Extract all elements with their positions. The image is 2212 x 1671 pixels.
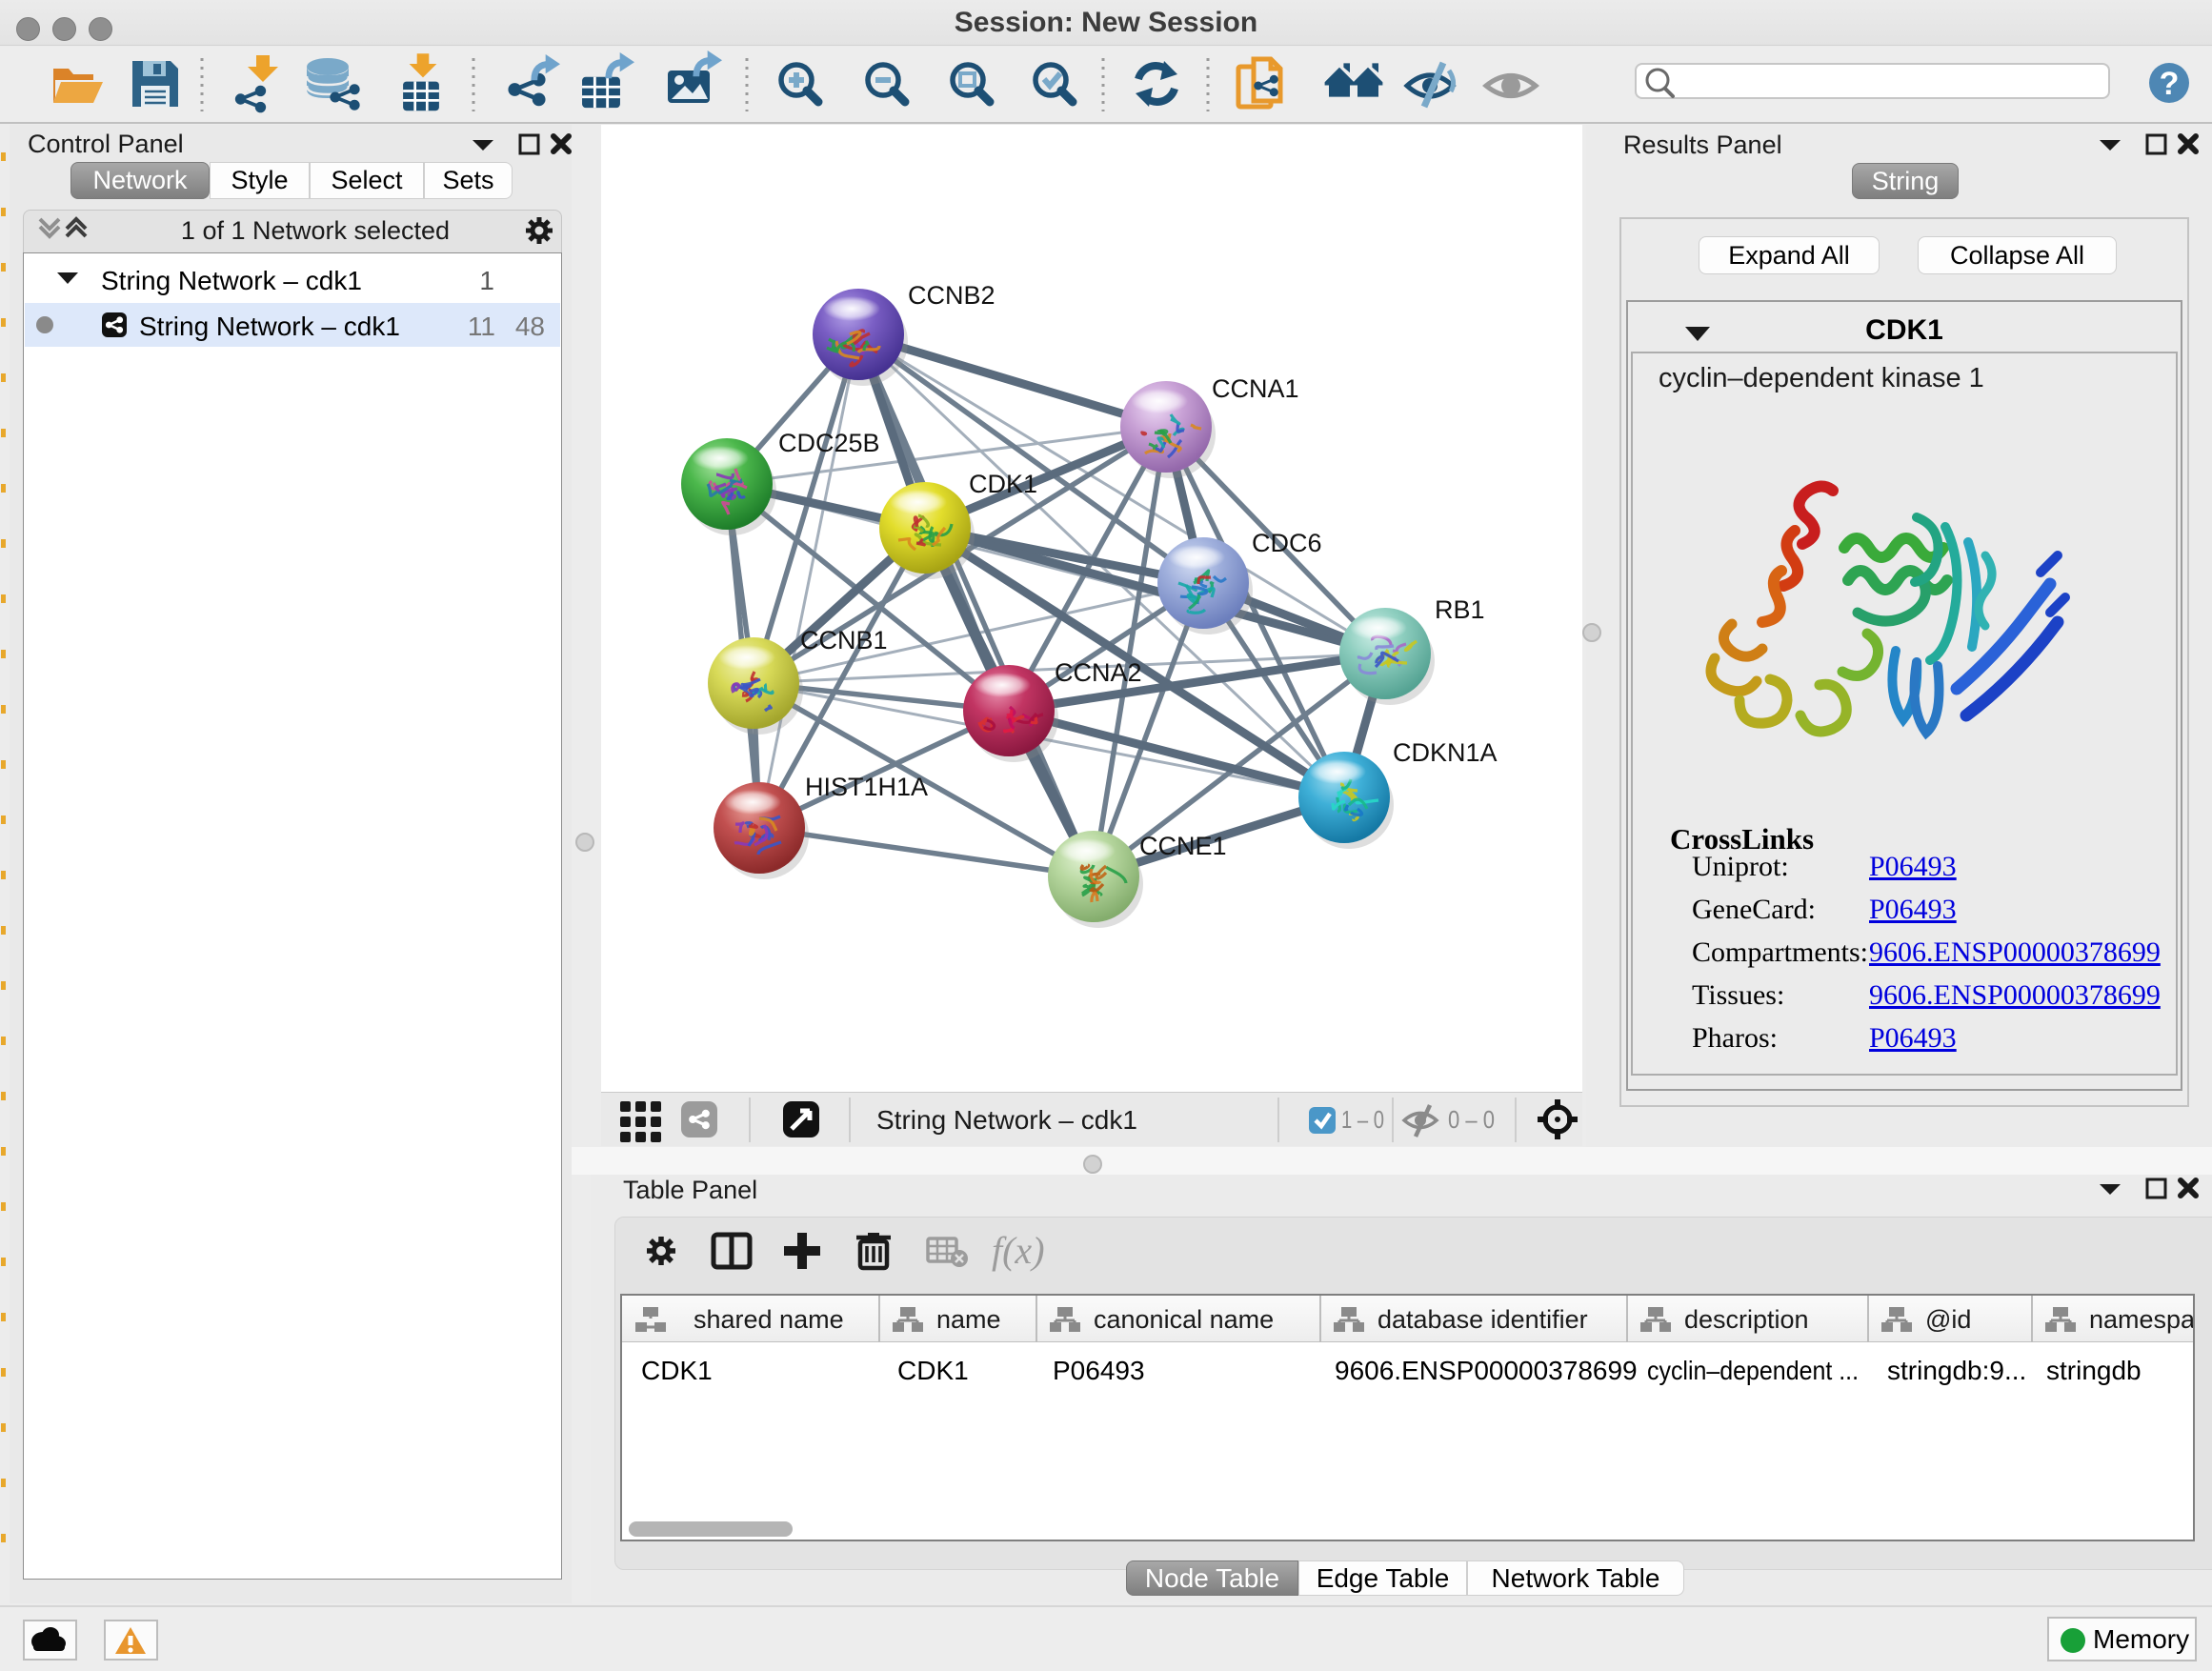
svg-text:?: ? xyxy=(2160,66,2180,102)
svg-text:1 – 0: 1 – 0 xyxy=(1341,1105,1384,1134)
svg-text:1: 1 xyxy=(479,266,494,295)
svg-text:P06493: P06493 xyxy=(1053,1356,1145,1385)
svg-text:shared name: shared name xyxy=(694,1305,844,1334)
svg-text:description: description xyxy=(1684,1305,1809,1334)
svg-text:48: 48 xyxy=(515,312,545,341)
svg-text:stringdb:9...: stringdb:9... xyxy=(1887,1356,2026,1385)
svg-text:0 – 0: 0 – 0 xyxy=(1448,1105,1495,1134)
svg-text:CCNA1: CCNA1 xyxy=(1212,374,1299,403)
svg-text:9606.ENSP00000378699: 9606.ENSP00000378699 xyxy=(1335,1356,1638,1385)
svg-text:CCNB1: CCNB1 xyxy=(800,626,888,654)
svg-text:namespac: namespac xyxy=(2089,1305,2193,1334)
svg-text:CDK1: CDK1 xyxy=(969,470,1037,498)
svg-text:canonical name: canonical name xyxy=(1094,1305,1274,1334)
svg-text:String Network – cdk1: String Network – cdk1 xyxy=(876,1105,1137,1135)
svg-text:CDK1: CDK1 xyxy=(897,1356,969,1385)
svg-text:name: name xyxy=(936,1305,1001,1334)
svg-text:@id: @id xyxy=(1925,1305,1971,1334)
svg-text:HIST1H1A: HIST1H1A xyxy=(805,773,928,801)
svg-text:CDKN1A: CDKN1A xyxy=(1393,738,1498,767)
svg-text:database identifier: database identifier xyxy=(1377,1305,1588,1334)
svg-text:String Network – cdk1: String Network – cdk1 xyxy=(139,312,400,341)
svg-text:CCNB2: CCNB2 xyxy=(908,281,995,310)
svg-text:cyclin–dependent ...: cyclin–dependent ... xyxy=(1647,1356,1859,1385)
svg-text:stringdb: stringdb xyxy=(2046,1356,2142,1385)
svg-text:11: 11 xyxy=(468,312,495,341)
svg-text:CDC6: CDC6 xyxy=(1252,529,1322,557)
svg-text:CDK1: CDK1 xyxy=(641,1356,713,1385)
svg-text:CCNA2: CCNA2 xyxy=(1055,658,1142,687)
svg-text:1 of 1 Network selected: 1 of 1 Network selected xyxy=(181,216,450,245)
svg-text:CDC25B: CDC25B xyxy=(778,429,880,457)
svg-text:CCNE1: CCNE1 xyxy=(1139,832,1227,860)
svg-text:RB1: RB1 xyxy=(1435,595,1485,624)
svg-text:f(x): f(x) xyxy=(992,1229,1045,1272)
svg-text:String Network – cdk1: String Network – cdk1 xyxy=(101,266,362,295)
